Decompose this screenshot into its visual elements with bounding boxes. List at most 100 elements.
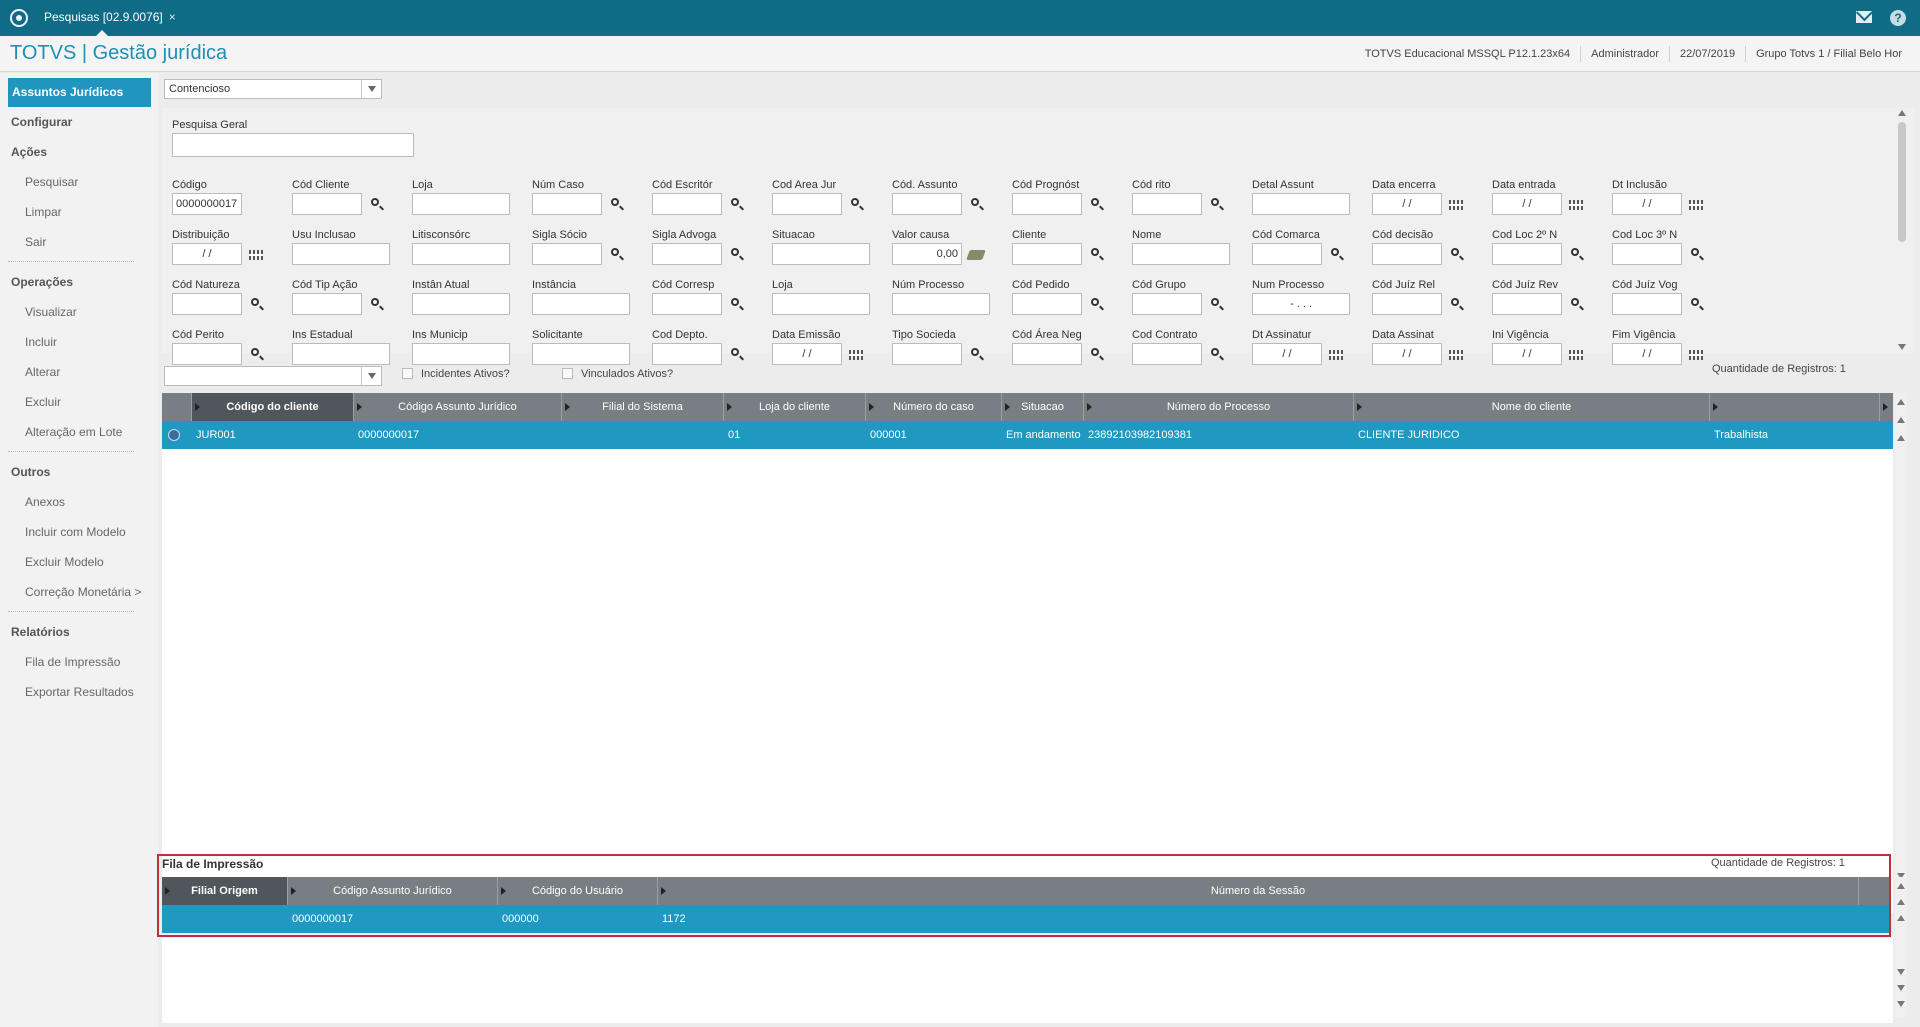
pesquisa-geral-input[interactable] [172,133,414,157]
search-icon[interactable] [728,296,744,312]
sidebar-item-incluir[interactable]: Incluir [25,335,57,349]
search-icon[interactable] [1208,196,1224,212]
search-icon[interactable] [1208,296,1224,312]
filter-input[interactable] [1492,293,1562,315]
calendar-icon[interactable] [1448,346,1464,362]
sidebar-item-exportar-resultados[interactable]: Exportar Resultados [25,685,134,699]
filter-input[interactable] [292,343,390,365]
scroll-up-icon[interactable] [1897,417,1905,423]
filter-input[interactable] [532,243,602,265]
search-icon[interactable] [728,246,744,262]
column-header[interactable]: Loja do cliente [724,393,866,421]
search-icon[interactable] [1448,296,1464,312]
filter-input[interactable] [292,193,362,215]
filter-input[interactable]: / / [1372,343,1442,365]
vinculados-checkbox[interactable] [562,368,573,379]
filter-input[interactable] [1132,293,1202,315]
filter-input[interactable] [652,343,722,365]
money-icon[interactable] [966,246,986,262]
sidebar-item-incluir-com-modelo[interactable]: Incluir com Modelo [25,525,126,539]
scroll-bottom-icon[interactable] [1897,1001,1905,1007]
filter-input[interactable] [532,193,602,215]
search-icon[interactable] [968,196,984,212]
filter-input[interactable] [292,243,390,265]
scroll-up-icon[interactable] [1897,435,1905,441]
search-icon[interactable] [728,346,744,362]
sidebar-group-operacoes[interactable]: Operações [11,275,73,289]
filter-input[interactable]: / / [1492,343,1562,365]
filter-input[interactable] [652,293,722,315]
filter-input[interactable] [1012,193,1082,215]
search-icon[interactable] [1088,296,1104,312]
filter-input[interactable]: / / [772,343,842,365]
filter-input[interactable] [412,293,510,315]
search-icon[interactable] [368,196,384,212]
filter-input[interactable] [772,243,870,265]
filter-input[interactable] [1252,193,1350,215]
grid-filter-select[interactable] [164,366,382,386]
filter-input[interactable] [292,293,362,315]
search-icon[interactable] [1088,346,1104,362]
filter-input[interactable] [1372,243,1442,265]
filter-input[interactable] [172,343,242,365]
help-icon[interactable]: ? [1890,10,1906,26]
filter-input[interactable]: - . . . [1252,293,1350,315]
column-header[interactable]: Situacao [1002,393,1084,421]
search-icon[interactable] [368,296,384,312]
grid-scrollbar[interactable] [1895,393,1907,928]
sidebar-item-excluir[interactable]: Excluir [25,395,61,409]
filter-input[interactable] [1132,193,1202,215]
filter-input[interactable] [412,343,510,365]
scrollbar-thumb[interactable] [1898,122,1906,242]
filter-input[interactable] [652,243,722,265]
search-icon[interactable] [1088,246,1104,262]
filter-input[interactable] [892,193,962,215]
sidebar-item-visualizar[interactable]: Visualizar [25,305,77,319]
filters-scrollbar[interactable] [1896,108,1908,353]
column-header[interactable]: Código do cliente [192,393,354,421]
search-icon[interactable] [1328,246,1344,262]
search-icon[interactable] [1688,246,1704,262]
filter-input[interactable] [1132,243,1230,265]
scroll-up-icon[interactable] [1898,110,1906,116]
search-icon[interactable] [848,196,864,212]
table-row[interactable]: JUR001 0000000017 01 000001 Em andamento 2389… [162,421,1893,449]
sidebar-group-relatorios[interactable]: Relatórios [11,625,70,639]
filter-input[interactable] [892,293,990,315]
filter-input[interactable] [1612,293,1682,315]
filter-input[interactable] [772,293,870,315]
filter-input[interactable] [1252,243,1322,265]
type-select[interactable]: Contencioso [164,79,382,99]
scroll-up-icon[interactable] [1897,899,1905,905]
filter-input[interactable] [1372,293,1442,315]
column-header[interactable]: Código Assunto Jurídico [354,393,562,421]
filter-input[interactable] [172,293,242,315]
sidebar-group-outros[interactable]: Outros [11,465,50,479]
incidentes-checkbox[interactable] [402,368,413,379]
filter-input[interactable] [1012,293,1082,315]
filter-input[interactable]: / / [1612,193,1682,215]
filter-input[interactable]: / / [1372,193,1442,215]
filter-input[interactable]: / / [1252,343,1322,365]
sidebar-item-assuntos-juridicos[interactable]: Assuntos Jurídicos [8,78,151,107]
filter-input[interactable]: / / [172,243,242,265]
calendar-icon[interactable] [1448,196,1464,212]
mail-icon[interactable] [1856,11,1872,23]
search-icon[interactable] [1208,346,1224,362]
filter-input[interactable] [652,193,722,215]
filter-input[interactable] [532,343,630,365]
sidebar-item-anexos[interactable]: Anexos [25,495,65,509]
sidebar-item-limpar[interactable]: Limpar [25,205,62,219]
filter-input[interactable] [772,193,842,215]
search-icon[interactable] [248,296,264,312]
sidebar-item-sair[interactable]: Sair [25,235,46,249]
filter-input[interactable] [892,343,962,365]
filter-input[interactable] [1132,343,1202,365]
column-header[interactable]: Nome do cliente [1354,393,1710,421]
search-icon[interactable] [1568,246,1584,262]
calendar-icon[interactable] [1688,196,1704,212]
search-icon[interactable] [1688,296,1704,312]
calendar-icon[interactable] [1688,346,1704,362]
sidebar-item-configurar[interactable]: Configurar [11,115,72,129]
sidebar-item-fila-de-impressao[interactable]: Fila de Impressão [25,655,120,669]
